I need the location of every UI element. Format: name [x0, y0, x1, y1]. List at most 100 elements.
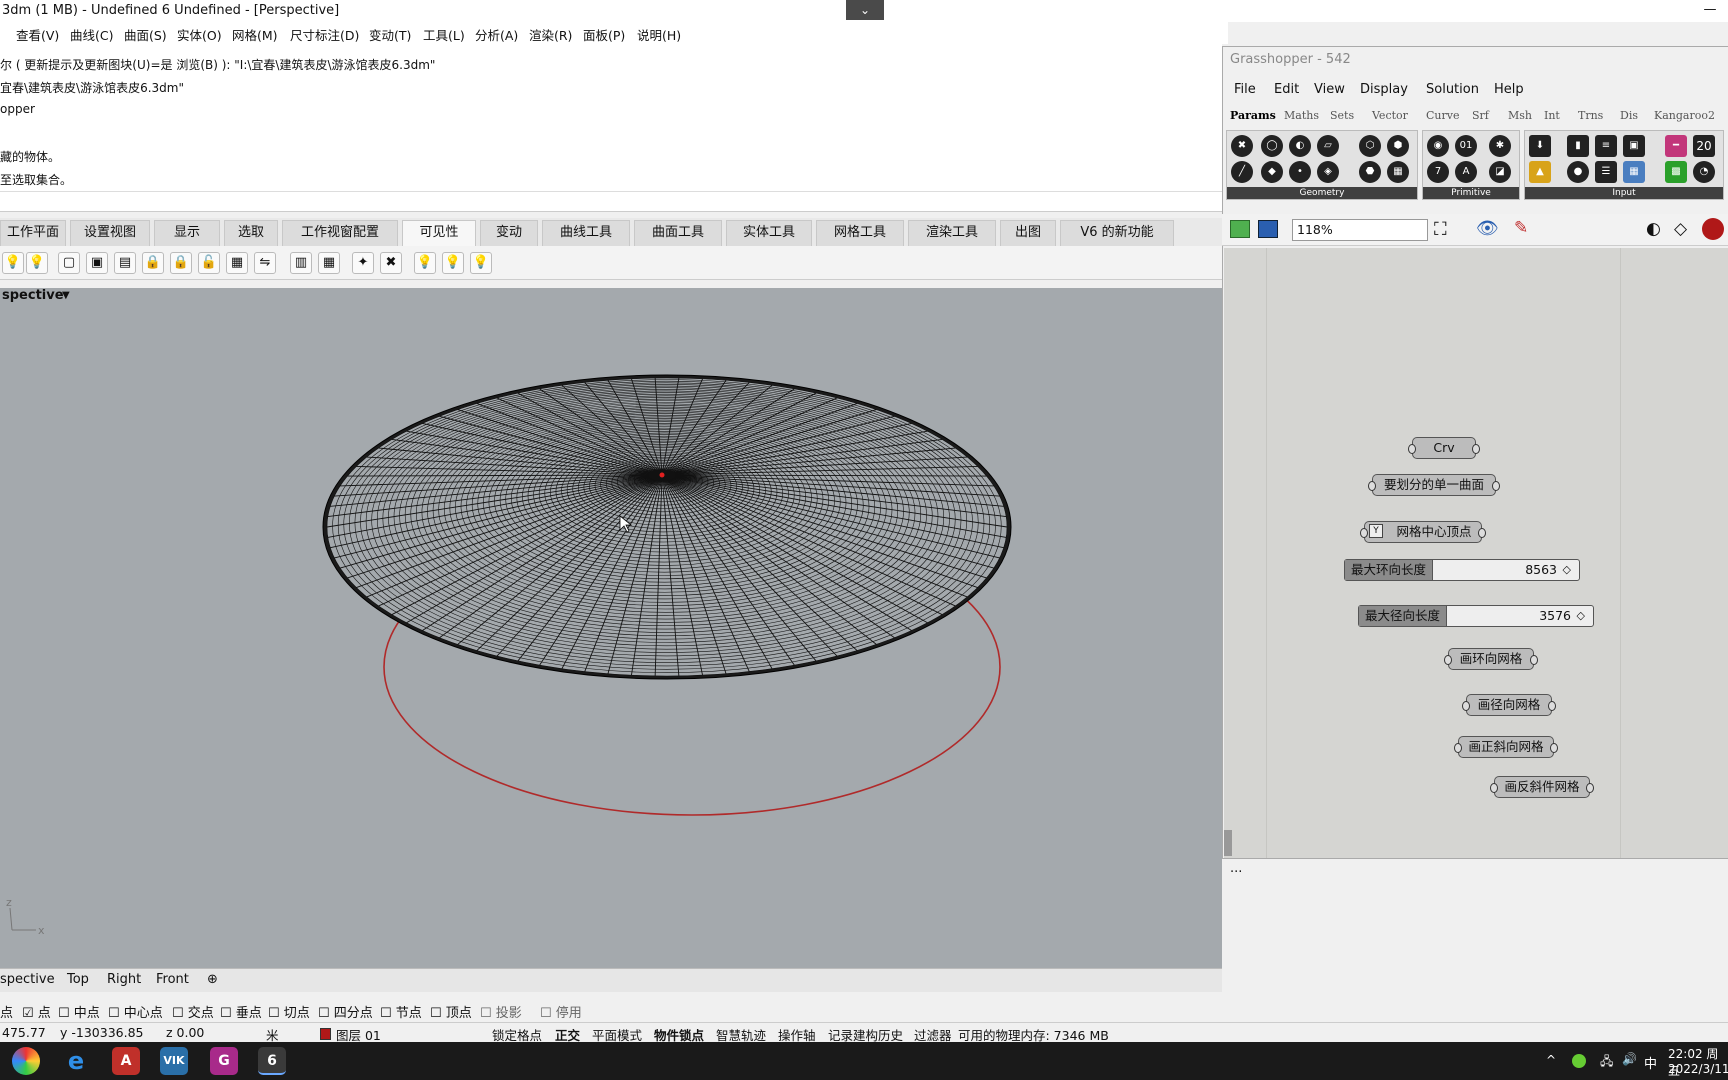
menu-tools[interactable]: 工具(L) — [423, 25, 465, 44]
zoom-extents-icon[interactable]: ⛶ — [1434, 219, 1447, 240]
ring-mesh-component[interactable]: 画环向网格 — [1444, 648, 1538, 670]
osnap-vertex[interactable]: ☐ 顶点 — [430, 1002, 472, 1021]
osnap-int[interactable]: ☐ 交点 — [172, 1002, 214, 1021]
data-param-icon[interactable]: ✱ — [1489, 135, 1511, 157]
vptab-front[interactable]: Front — [156, 972, 189, 987]
sketch-icon[interactable]: ✎ — [1514, 218, 1528, 238]
zoom-select[interactable]: 118% — [1292, 219, 1428, 241]
value-list-icon[interactable]: ≡ — [1595, 135, 1617, 157]
mesh-param-icon[interactable]: ⬢ — [1387, 135, 1409, 157]
lock-icon[interactable]: 🔒 — [142, 252, 164, 274]
tab-render-tools[interactable]: 渲染工具 — [908, 220, 996, 246]
gh-tab-params[interactable]: Params — [1230, 109, 1276, 122]
osnap-end[interactable]: 点 — [0, 1002, 13, 1021]
text-param-icon[interactable]: A — [1455, 161, 1477, 183]
preview-eye-icon[interactable]: 👁 — [1476, 218, 1499, 239]
viewport-menu-icon[interactable]: ▼ — [62, 290, 70, 301]
menu-dimension[interactable]: 尺寸标注(D) — [290, 25, 359, 44]
menu-analyze[interactable]: 分析(A) — [475, 25, 518, 44]
gh-menu-help[interactable]: Help — [1494, 82, 1524, 97]
vptab-right[interactable]: Right — [107, 972, 141, 987]
clock-date[interactable]: 2022/3/11 — [1668, 1062, 1728, 1076]
add-viewport-icon[interactable]: ⊕ — [207, 972, 218, 987]
gh-tab-sets[interactable]: Sets — [1330, 109, 1354, 122]
tab-select[interactable]: 选取 — [224, 220, 278, 246]
show-selected-icon[interactable]: 💡 — [26, 252, 48, 274]
osnap-cen[interactable]: ☐ 中心点 — [108, 1002, 163, 1021]
light-toggle-icon[interactable]: 💡 — [470, 252, 492, 274]
grasshopper-canvas[interactable] — [1224, 248, 1728, 858]
tab-mesh-tools[interactable]: 网格工具 — [816, 220, 904, 246]
tab-solid-tools[interactable]: 实体工具 — [726, 220, 812, 246]
radial-mesh-component[interactable]: 画径向网格 — [1462, 694, 1556, 716]
negative-diagonal-component[interactable]: 画反斜件网格 — [1490, 776, 1594, 798]
command-input[interactable] — [0, 192, 1222, 212]
acrobat-icon[interactable]: A — [112, 1047, 140, 1075]
gh-tab-vector[interactable]: Vector — [1372, 109, 1408, 122]
menu-view[interactable]: 查看(V) — [16, 25, 59, 44]
toggle-icon[interactable]: ▮ — [1567, 135, 1589, 157]
gh-tab-srf[interactable]: Srf — [1472, 109, 1489, 122]
number-param-icon[interactable]: 7 — [1427, 161, 1449, 183]
volume-icon[interactable]: 🔊 — [1622, 1052, 1637, 1066]
group-param-icon[interactable]: ▦ — [1387, 161, 1409, 183]
layer-color-swatch[interactable] — [320, 1028, 331, 1040]
menu-curve[interactable]: 曲线(C) — [70, 25, 113, 44]
slider-grip-icon[interactable]: ◇ — [1563, 560, 1571, 580]
vector-param-icon[interactable]: ◈ — [1317, 161, 1339, 183]
control-points-on-icon[interactable]: ✦ — [352, 252, 374, 274]
gh-tab-dis[interactable]: Dis — [1620, 109, 1638, 122]
positive-diagonal-component[interactable]: 画正斜向网格 — [1454, 736, 1558, 758]
show-hidden-icon[interactable]: ▤ — [114, 252, 136, 274]
tab-visibility[interactable]: 可见性 — [402, 220, 476, 246]
tab-viewport-layout[interactable]: 工作视窗配置 — [282, 220, 398, 246]
preview-selected-icon[interactable] — [1702, 218, 1724, 240]
tab-display[interactable]: 显示 — [154, 220, 220, 246]
light-off-icon[interactable]: 💡 — [442, 252, 464, 274]
gh-tab-trns[interactable]: Trns — [1578, 109, 1603, 122]
gh-menu-view[interactable]: View — [1314, 82, 1345, 97]
preview-shaded-icon[interactable]: ◐ — [1646, 219, 1661, 239]
tab-curve-tools[interactable]: 曲线工具 — [542, 220, 630, 246]
vptab-perspective[interactable]: spective — [0, 972, 55, 987]
pdf-app-icon[interactable]: G — [210, 1047, 238, 1075]
tab-v6-new[interactable]: V6 的新功能 — [1060, 220, 1174, 246]
osnap-project[interactable]: ☐ 投影 — [480, 1002, 522, 1021]
tab-set-view[interactable]: 设置视图 — [70, 220, 150, 246]
canvas-scroll-handle[interactable] — [1224, 830, 1232, 856]
swap-lock-icon[interactable]: ⇋ — [254, 252, 276, 274]
integer-param-icon[interactable]: 01 — [1455, 135, 1477, 157]
gh-tab-curve[interactable]: Curve — [1426, 109, 1459, 122]
surface-param-icon[interactable]: ▱ — [1317, 135, 1339, 157]
gh-menu-display[interactable]: Display — [1360, 82, 1408, 97]
vptab-top[interactable]: Top — [67, 972, 89, 987]
vik-icon[interactable]: VIK — [160, 1047, 188, 1075]
gh-menu-file[interactable]: File — [1234, 82, 1256, 97]
osnap-knot[interactable]: ☐ 节点 — [380, 1002, 422, 1021]
mesh-center-component[interactable]: Y 网格中心顶点 — [1360, 521, 1486, 543]
osnap-near[interactable]: ☑ 点 — [22, 1002, 51, 1021]
list-input-icon[interactable]: ☰ — [1595, 161, 1617, 183]
point-param-icon[interactable]: • — [1289, 161, 1311, 183]
path-param-icon[interactable]: ◪ — [1489, 161, 1511, 183]
field-param-icon[interactable]: ⬣ — [1359, 161, 1381, 183]
lock-selected-icon[interactable]: 🔒 — [170, 252, 192, 274]
collapse-button[interactable]: ⌄ — [846, 0, 884, 20]
osnap-disable[interactable]: ☐ 停用 — [540, 1002, 582, 1021]
graph-mapper-icon[interactable]: ▲ — [1529, 161, 1551, 183]
light-on-icon[interactable]: 💡 — [414, 252, 436, 274]
menu-help[interactable]: 说明(H) — [637, 25, 681, 44]
tab-drafting[interactable]: 出图 — [1000, 220, 1056, 246]
colour-swatch-icon[interactable]: ▩ — [1665, 161, 1687, 183]
unlock-icon[interactable]: 🔓 — [198, 252, 220, 274]
line-param-icon[interactable]: ╱ — [1231, 161, 1253, 183]
clock-input-icon[interactable]: ◔ — [1693, 161, 1715, 183]
hide-icon[interactable]: ▢ — [58, 252, 80, 274]
gh-tab-msh[interactable]: Msh — [1508, 109, 1532, 122]
gh-tab-maths[interactable]: Maths — [1284, 109, 1319, 122]
gh-menu-edit[interactable]: Edit — [1274, 82, 1299, 97]
osnap-mid[interactable]: ☐ 中点 — [58, 1002, 100, 1021]
calendar-input-icon[interactable]: 20 — [1693, 135, 1715, 157]
open-file-icon[interactable] — [1230, 220, 1250, 238]
menu-surface[interactable]: 曲面(S) — [124, 25, 167, 44]
